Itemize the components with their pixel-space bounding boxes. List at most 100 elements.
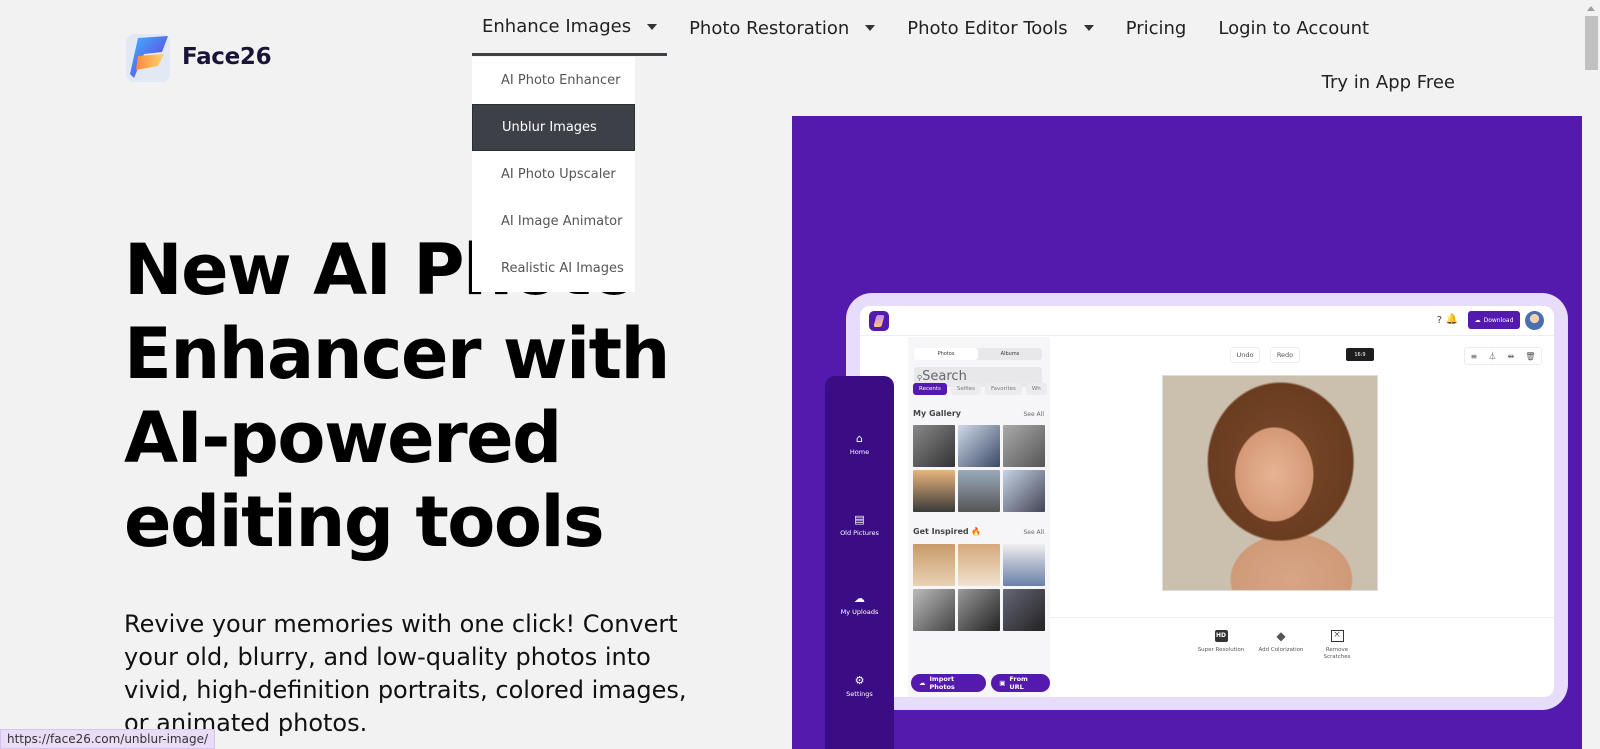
inspired-thumb: [913, 544, 955, 586]
chip-selfies: Selfies: [950, 383, 981, 395]
inspired-thumb: [1003, 544, 1045, 586]
gallery-thumb: [958, 425, 1000, 467]
nav-photo-restoration[interactable]: Photo Restoration: [679, 0, 885, 56]
gallery-thumb: [958, 470, 1000, 512]
tool-remove-scratches: × Remove Scratches: [1312, 630, 1362, 661]
search-placeholder: Search: [922, 369, 967, 384]
gallery-thumb: [913, 425, 955, 467]
help-icon: ?: [1436, 315, 1442, 326]
download-button: ☁ Download: [1468, 311, 1520, 329]
caret-down-icon: [865, 25, 876, 31]
status-bar-url: https://face26.com/unblur-image/: [0, 729, 216, 749]
nav-label: Enhance Images: [482, 16, 632, 37]
nav-enhance-images[interactable]: Enhance Images: [472, 0, 668, 56]
sidebar-item-my-uploads: ☁ My Uploads: [825, 592, 894, 616]
try-app-free-link[interactable]: Try in App Free: [1322, 72, 1455, 93]
main-nav: Enhance Images Photo Restoration Photo E…: [472, 0, 1379, 56]
gallery-thumb: [1003, 425, 1045, 467]
nav-photo-editor-tools[interactable]: Photo Editor Tools: [897, 0, 1103, 56]
sidebar-item-old-pictures: ▤ Old Pictures: [825, 513, 894, 537]
home-icon: ⌂: [856, 432, 863, 445]
hero-title: New AI Photo Enhancer with AI-powered ed…: [124, 229, 670, 563]
hd-icon: HD: [1214, 630, 1228, 642]
tool-label: Super Resolution: [1197, 647, 1245, 653]
trash-icon: 🗑: [1525, 351, 1536, 361]
chip-more: Wh: [1025, 383, 1047, 395]
page-scrollbar[interactable]: [1583, 0, 1600, 749]
gallery-filter-chips: Recents Selfies Favorites Wh: [913, 383, 1047, 395]
caret-down-icon: [1083, 25, 1094, 31]
aspect-ratio-badge: 16:9: [1346, 348, 1374, 361]
face26-logo-icon: [124, 30, 174, 84]
nav-label: Photo Restoration: [689, 17, 850, 39]
close-box-icon: ×: [1330, 630, 1344, 642]
from-url-label: From URL: [1009, 675, 1028, 691]
import-photos-button: ☁ Import Photos: [911, 674, 987, 692]
inspired-grid: [913, 544, 1045, 631]
compare-icon: ≡: [1470, 351, 1478, 361]
scroll-thumb[interactable]: [1585, 16, 1598, 70]
tool-add-colorization: ◆ Add Colorization: [1256, 630, 1306, 654]
photos-albums-toggle: Photos Albums: [914, 348, 1042, 360]
nav-label: Pricing: [1125, 17, 1187, 39]
hero-description: Revive your memories with one click! Con…: [124, 610, 687, 737]
caret-down-icon: [647, 23, 658, 30]
gallery-panel: Photos Albums ⚲Search Recents Selfies Fa…: [908, 337, 1050, 697]
pictures-icon: ▤: [854, 513, 865, 526]
app-sidebar: ⌂ Home ▤ Old Pictures ☁ My Uploads ⚙ Set…: [825, 376, 894, 749]
brand-logo[interactable]: Face26: [124, 30, 272, 84]
sidebar-label: Settings: [846, 690, 873, 698]
app-mockup: ? 🔔 ☁ Download Photos Albums ⚲Search Rec…: [860, 306, 1554, 697]
gallery-thumb: [913, 470, 955, 512]
enhance-images-dropdown: AI Photo Enhancer Unblur Images AI Photo…: [472, 57, 635, 292]
redo-button: Redo: [1270, 347, 1300, 363]
brand-name: Face26: [182, 44, 272, 70]
portrait-image: [1162, 375, 1378, 591]
nav-pricing[interactable]: Pricing: [1116, 0, 1197, 56]
paint-bucket-icon: ◆: [1276, 629, 1286, 643]
dropdown-item-realistic-ai-images[interactable]: Realistic AI Images: [472, 245, 635, 292]
gallery-thumb: [1003, 470, 1045, 512]
get-inspired-title: Get Inspired 🔥: [913, 527, 982, 536]
tool-label: Add Colorization: [1258, 647, 1304, 653]
sidebar-label: My Uploads: [840, 608, 879, 616]
from-url-button: ▣ From URL: [991, 674, 1050, 692]
tool-label: Remove Scratches: [1323, 647, 1351, 660]
segment-albums: Albums: [1000, 351, 1020, 357]
inspired-thumb: [913, 589, 955, 631]
nav-label: Login to Account: [1218, 17, 1370, 39]
nav-login[interactable]: Login to Account: [1208, 0, 1379, 56]
dropdown-item-ai-photo-enhancer[interactable]: AI Photo Enhancer: [472, 57, 635, 104]
app-logo-icon: [869, 311, 889, 331]
inspired-thumb: [958, 589, 1000, 631]
cloud-upload-icon: ☁: [1474, 316, 1481, 324]
inspired-thumb: [958, 544, 1000, 586]
sidebar-label: Home: [849, 448, 870, 456]
segment-photos: Photos: [914, 348, 978, 360]
download-label: Download: [1483, 316, 1514, 324]
image-icon: ▣: [999, 679, 1006, 687]
gear-icon: ⚙: [854, 674, 865, 687]
import-photos-label: Import Photos: [929, 675, 955, 691]
dropdown-item-unblur-images[interactable]: Unblur Images: [472, 104, 635, 151]
import-actions: ☁ Import Photos ▣ From URL: [911, 674, 1050, 692]
my-gallery-grid: [913, 425, 1045, 512]
chip-favorites: Favorites: [985, 383, 1022, 395]
canvas-toolbar: ≡ ⏃ ⇹ 🗑: [1464, 347, 1542, 365]
sidebar-item-home: ⌂ Home: [825, 432, 894, 456]
sidebar-label: Old Pictures: [840, 529, 879, 537]
bell-icon: 🔔: [1445, 314, 1458, 325]
editor-canvas: Undo Redo 16:9 ≡ ⏃ ⇹ 🗑 HD Super Resoluti…: [1050, 337, 1554, 697]
scroll-up-arrow-icon[interactable]: [1587, 6, 1595, 11]
inspired-thumb: [1003, 589, 1045, 631]
mirror-icon: ⇹: [1507, 351, 1515, 361]
app-topbar: ? 🔔 ☁ Download: [860, 306, 1554, 336]
tool-super-resolution: HD Super Resolution: [1196, 630, 1246, 654]
sidebar-item-settings: ⚙ Settings: [825, 674, 894, 698]
undo-button: Undo: [1230, 347, 1260, 363]
flip-icon: ⏃: [1488, 351, 1497, 361]
dropdown-item-ai-photo-upscaler[interactable]: AI Photo Upscaler: [472, 151, 635, 198]
dropdown-item-ai-image-animator[interactable]: AI Image Animator: [472, 198, 635, 245]
tool-bar: HD Super Resolution ◆ Add Colorization ×…: [1050, 617, 1554, 697]
see-all-link: See All: [1023, 411, 1044, 418]
